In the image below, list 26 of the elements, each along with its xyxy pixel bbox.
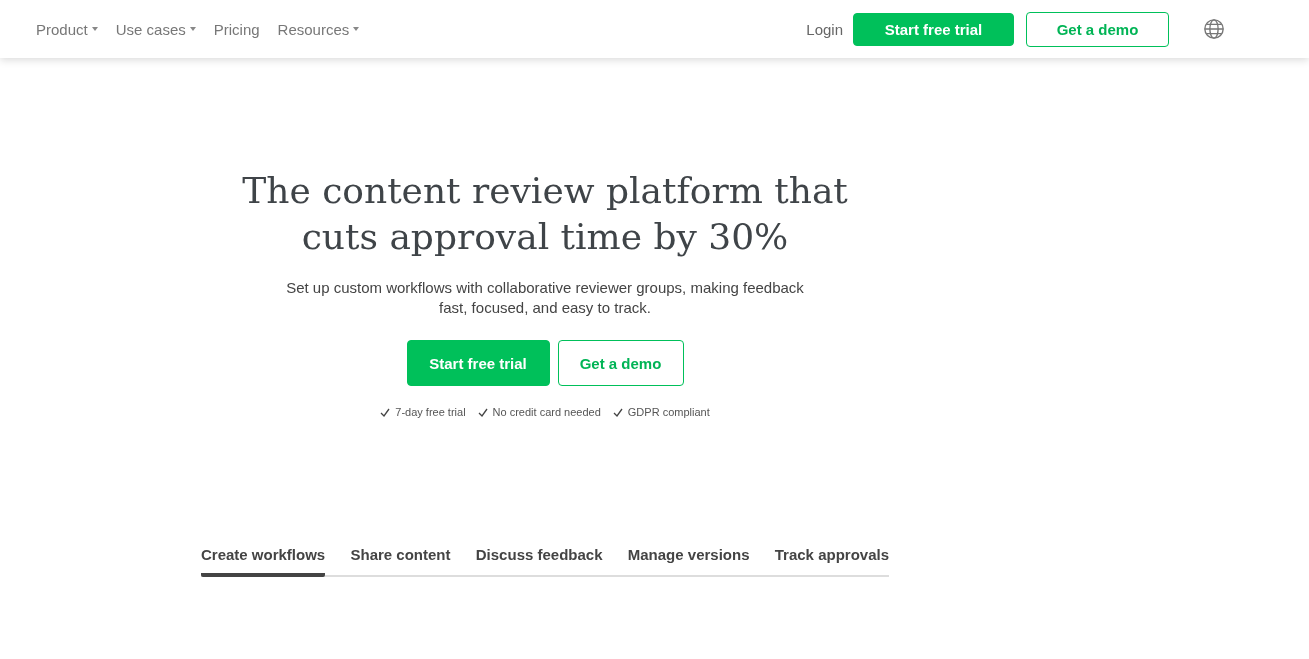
feature-tab[interactable]: Create workflows [201, 546, 326, 577]
hero-heading: The content review platform that cuts approval time by 30% [241, 169, 849, 259]
feature-tab[interactable]: Share content [350, 546, 451, 577]
caret-icon [353, 27, 360, 31]
nav-menu-item[interactable]: Pricing [213, 20, 260, 38]
nav-menu-item[interactable]: Product [36, 20, 98, 38]
perk-text: 7-day free trial [395, 406, 466, 418]
check-icon [477, 407, 488, 417]
check-icon [612, 407, 623, 417]
perk-text: No credit card needed [492, 406, 601, 418]
start-trial-button[interactable]: Start free trial [406, 340, 550, 386]
nav-menu-item[interactable]: Resources [277, 20, 360, 38]
check-icon [380, 407, 391, 417]
perk-text: GDPR compliant [627, 406, 710, 418]
globe-icon[interactable] [1203, 18, 1225, 40]
start-trial-button[interactable]: Start free trial [853, 12, 1014, 46]
caret-icon [189, 27, 196, 31]
feature-tab[interactable]: Manage versions [627, 546, 750, 577]
feature-tab[interactable]: Discuss feedback [475, 546, 603, 577]
demo-button[interactable]: Get a demo [557, 340, 684, 386]
hero-subtitle: Set up custom workflows with collaborative reviewer groups, making feedback fast, focused, and easy to track. [285, 278, 805, 318]
demo-button[interactable]: Get a demo [1026, 11, 1169, 47]
login-link[interactable]: Login [806, 20, 843, 38]
nav-menu-item[interactable]: Use cases [115, 20, 196, 38]
feature-tab[interactable]: Track approvals [774, 546, 889, 577]
caret-icon [91, 27, 98, 31]
